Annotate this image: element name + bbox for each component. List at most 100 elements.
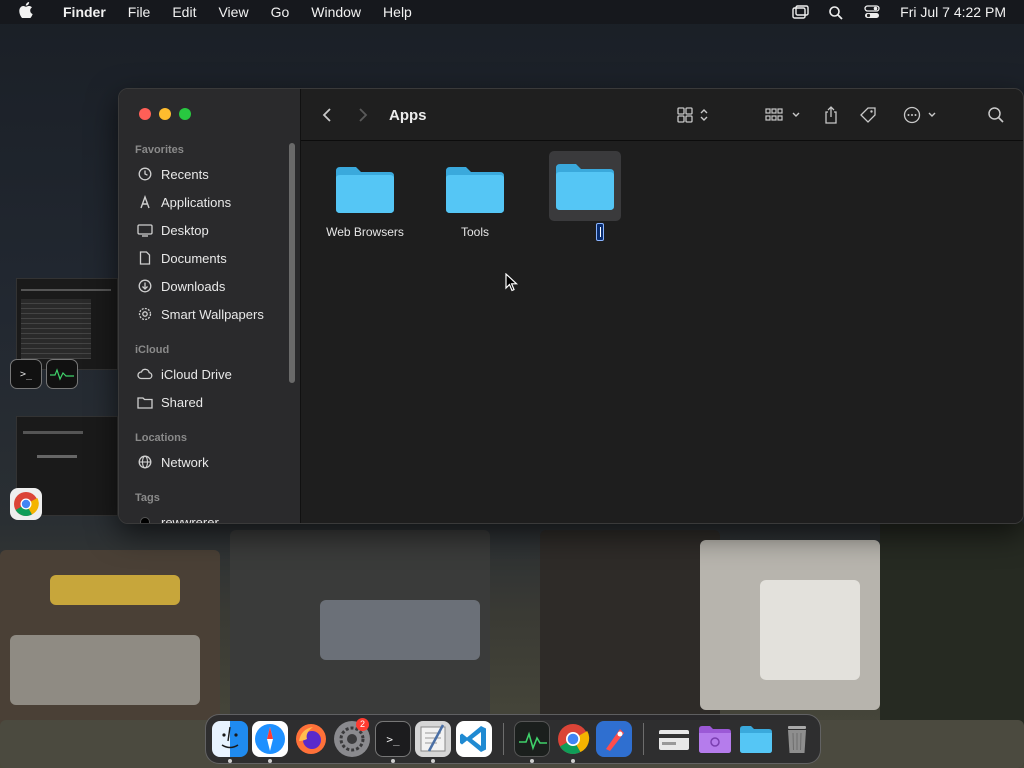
folder-icon <box>556 164 614 210</box>
running-indicator <box>228 759 232 763</box>
gear-icon <box>137 306 153 322</box>
sidebar-item-label: iCloud Drive <box>161 366 232 382</box>
sidebar-item-label: Recents <box>161 166 209 182</box>
download-icon <box>137 278 153 294</box>
rocket-typist-dock-icon[interactable] <box>596 721 632 757</box>
sidebar-item-network[interactable]: Network <box>137 451 209 473</box>
sidebar-item-label: Smart Wallpapers <box>161 306 264 322</box>
menu-bar-clock[interactable]: Fri Jul 7 4:22 PM <box>900 4 1006 20</box>
sidebar-item-tag[interactable]: rewwrerer <box>137 511 219 524</box>
document-icon <box>137 250 153 266</box>
finder-sidebar: Favorites Recents Applications Desktop D… <box>119 89 301 523</box>
folder-item[interactable]: Tools <box>427 159 523 239</box>
control-center-icon[interactable] <box>864 5 882 19</box>
shared-folder-icon <box>137 394 153 410</box>
screen-mirroring-icon[interactable] <box>792 5 810 19</box>
menu-edit[interactable]: Edit <box>161 4 207 20</box>
sidebar-item-recents[interactable]: Recents <box>137 163 209 185</box>
applications-icon <box>137 194 153 210</box>
sidebar-item-applications[interactable]: Applications <box>137 191 231 213</box>
back-button[interactable] <box>321 89 333 141</box>
menu-bar: Finder File Edit View Go Window Help Fri… <box>0 0 1024 24</box>
menu-finder[interactable]: Finder <box>52 4 117 20</box>
safari-dock-icon[interactable] <box>252 721 288 757</box>
sidebar-scrollbar[interactable] <box>289 143 295 383</box>
chevron-down-icon <box>792 112 800 117</box>
activity-monitor-dock-icon[interactable] <box>514 721 550 757</box>
tags-button[interactable] <box>859 89 877 141</box>
sidebar-item-label: Desktop <box>161 222 209 238</box>
tag-icon <box>860 107 876 123</box>
desktop-icon <box>137 222 153 238</box>
card-dock-icon[interactable] <box>656 721 692 757</box>
running-indicator <box>571 759 575 763</box>
sidebar-item-label: Documents <box>161 250 227 266</box>
finder-dock-icon[interactable] <box>212 721 248 757</box>
folder-item[interactable]: Web Browsers <box>317 159 413 239</box>
group-by-button[interactable] <box>765 89 801 141</box>
running-indicator <box>431 759 435 763</box>
menu-view[interactable]: View <box>207 4 259 20</box>
zoom-button[interactable] <box>179 108 191 120</box>
sidebar-item-label: Shared <box>161 394 203 410</box>
sidebar-item-label: Network <box>161 454 209 470</box>
folder-icon <box>446 167 504 213</box>
running-indicator <box>268 759 272 763</box>
folder-item-selected[interactable] <box>519 151 623 246</box>
script-editor-dock-icon[interactable] <box>415 721 451 757</box>
menu-file[interactable]: File <box>117 4 162 20</box>
close-button[interactable] <box>139 108 151 120</box>
chrome-icon[interactable] <box>10 488 42 520</box>
dock-separator <box>503 723 504 755</box>
stage-window-thumbnail[interactable] <box>16 278 118 370</box>
dock: 2 >_ <box>205 714 821 764</box>
purple-folder-dock-icon[interactable] <box>697 721 733 757</box>
sidebar-item-downloads[interactable]: Downloads <box>137 275 225 297</box>
chevron-updown-icon <box>700 109 708 121</box>
sidebar-item-smart-wallpapers[interactable]: Smart Wallpapers <box>137 303 264 325</box>
finder-toolbar: Apps <box>301 89 1023 141</box>
sidebar-item-icloud-drive[interactable]: iCloud Drive <box>137 363 232 385</box>
finder-window: Favorites Recents Applications Desktop D… <box>118 88 1024 524</box>
view-mode-button[interactable] <box>677 89 709 141</box>
icon-view-icon <box>677 107 693 123</box>
file-browser-area[interactable]: Web Browsers Tools <box>301 141 1023 523</box>
trash-dock-icon[interactable] <box>779 721 815 757</box>
activity-monitor-icon[interactable] <box>46 359 78 389</box>
share-button[interactable] <box>823 89 839 141</box>
search-button[interactable] <box>987 89 1005 141</box>
firefox-dock-icon[interactable] <box>293 721 329 757</box>
spotlight-icon[interactable] <box>828 5 846 20</box>
terminal-icon[interactable]: >_ <box>10 359 42 389</box>
window-title: Apps <box>389 106 427 124</box>
menu-help[interactable]: Help <box>372 4 423 20</box>
sidebar-item-documents[interactable]: Documents <box>137 247 227 269</box>
menu-go[interactable]: Go <box>260 4 301 20</box>
more-actions-button[interactable] <box>903 89 937 141</box>
sidebar-item-shared[interactable]: Shared <box>137 391 203 413</box>
rename-input[interactable] <box>596 223 604 241</box>
minimize-button[interactable] <box>159 108 171 120</box>
terminal-dock-icon[interactable]: >_ <box>375 721 411 757</box>
chevron-left-icon <box>322 108 331 122</box>
running-indicator <box>530 759 534 763</box>
notification-badge: 2 <box>356 718 369 731</box>
sidebar-section-favorites: Favorites <box>135 144 184 156</box>
dock-separator <box>643 723 644 755</box>
sidebar-item-desktop[interactable]: Desktop <box>137 219 209 241</box>
sidebar-section-icloud: iCloud <box>135 344 170 356</box>
chrome-dock-icon[interactable] <box>555 721 591 757</box>
apple-menu-icon[interactable] <box>0 2 52 22</box>
sidebar-item-label: rewwrerer <box>161 514 219 524</box>
rename-field-wrapper <box>549 221 621 246</box>
folder-dock-icon[interactable] <box>738 721 774 757</box>
sidebar-item-label: Applications <box>161 194 232 210</box>
globe-icon <box>137 454 153 470</box>
forward-button[interactable] <box>357 89 369 141</box>
sidebar-item-label: Downloads <box>161 278 226 294</box>
vscode-dock-icon[interactable] <box>456 721 492 757</box>
menu-window[interactable]: Window <box>300 4 372 20</box>
folder-label: Tools <box>460 225 489 239</box>
mouse-cursor-icon <box>505 272 519 298</box>
running-indicator <box>391 759 395 763</box>
